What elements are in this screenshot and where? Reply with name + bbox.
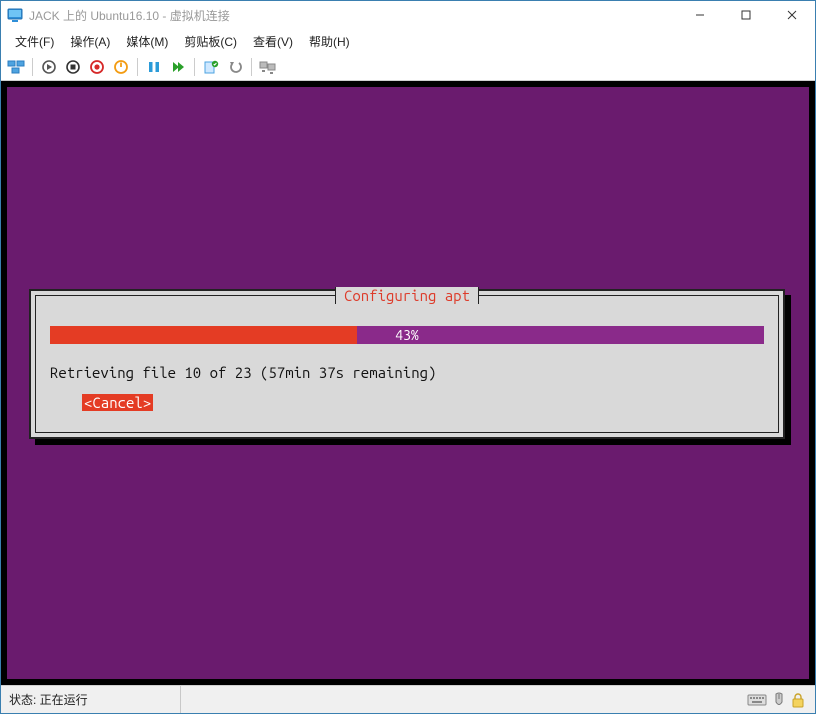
pause-button[interactable] (143, 56, 165, 78)
toolbar-separator (32, 58, 33, 76)
statusbar: 状态: 正在运行 (1, 685, 815, 713)
save-button[interactable] (110, 56, 132, 78)
shutdown-button[interactable] (86, 56, 108, 78)
toolbar-separator (194, 58, 195, 76)
progress-bar: 43% (50, 326, 764, 344)
lock-icon (791, 692, 805, 708)
dialog-border: Configuring apt 43% Retrieving file 10 o… (35, 295, 779, 433)
menu-clipboard[interactable]: 剪贴板(C) (176, 31, 245, 52)
turn-off-button[interactable] (62, 56, 84, 78)
statusbar-tray (737, 692, 815, 708)
app-icon (7, 8, 23, 22)
maximize-button[interactable] (723, 1, 769, 29)
checkpoint-button[interactable] (200, 56, 222, 78)
progress-percent: 43% (50, 326, 764, 344)
titlebar: JACK 上的 Ubuntu16.10 - 虚拟机连接 (1, 1, 815, 29)
vm-frame: Configuring apt 43% Retrieving file 10 o… (1, 81, 815, 685)
mouse-icon (773, 692, 785, 708)
hyperv-window: JACK 上的 Ubuntu16.10 - 虚拟机连接 文件(F) 操作(A) … (0, 0, 816, 714)
cancel-button[interactable]: <Cancel> (82, 394, 153, 411)
installer-dialog: Configuring apt 43% Retrieving file 10 o… (29, 289, 785, 439)
ctrl-alt-del-button[interactable] (5, 56, 27, 78)
toolbar-separator (137, 58, 138, 76)
menu-view[interactable]: 查看(V) (245, 31, 301, 52)
menu-help[interactable]: 帮助(H) (301, 31, 358, 52)
progress-status: Retrieving file 10 of 23 (57min 37s rema… (50, 364, 436, 381)
enhanced-session-button[interactable] (257, 56, 279, 78)
keyboard-icon (747, 693, 767, 707)
menubar: 文件(F) 操作(A) 媒体(M) 剪贴板(C) 查看(V) 帮助(H) (1, 29, 815, 53)
start-button[interactable] (38, 56, 60, 78)
menu-media[interactable]: 媒体(M) (118, 31, 176, 52)
toolbar (1, 53, 815, 81)
revert-button[interactable] (224, 56, 246, 78)
menu-action[interactable]: 操作(A) (62, 31, 118, 52)
window-title: JACK 上的 Ubuntu16.10 - 虚拟机连接 (29, 7, 677, 24)
status-text: 状态: 正在运行 (1, 686, 181, 713)
minimize-button[interactable] (677, 1, 723, 29)
dialog-title: Configuring apt (335, 287, 479, 304)
window-buttons (677, 1, 815, 29)
toolbar-separator (251, 58, 252, 76)
vm-screen[interactable]: Configuring apt 43% Retrieving file 10 o… (7, 87, 809, 679)
reset-button[interactable] (167, 56, 189, 78)
menu-file[interactable]: 文件(F) (7, 31, 62, 52)
close-button[interactable] (769, 1, 815, 29)
